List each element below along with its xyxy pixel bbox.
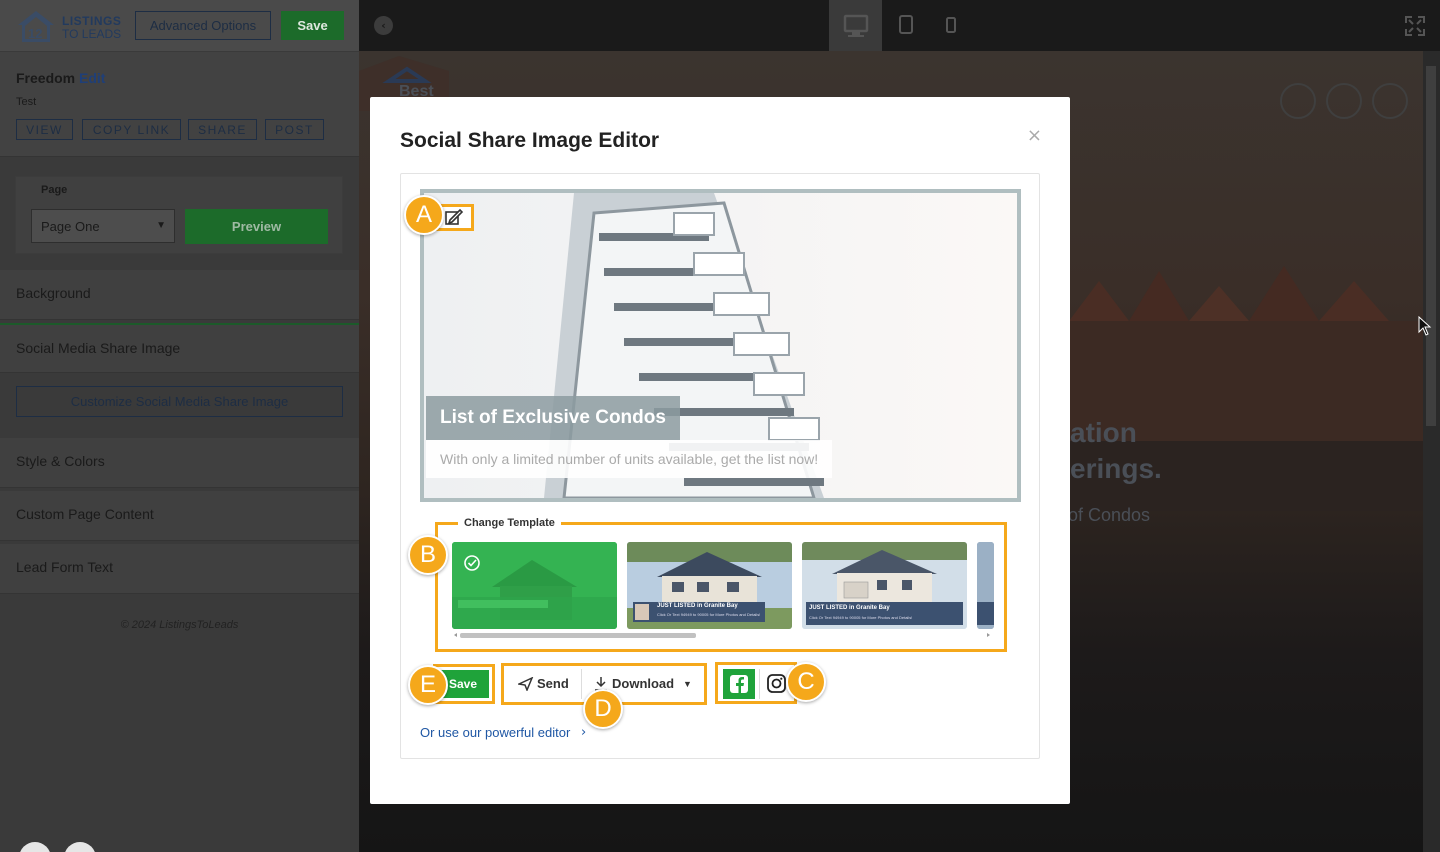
section-background[interactable]: Background [0, 270, 359, 320]
listings-to-leads-logo[interactable]: 12 LISTINGS TO LEADS [14, 8, 126, 44]
template-3-banner-sub: Click Or Text 94949 to 90005 for More Ph… [809, 615, 913, 620]
fullscreen-button[interactable] [1405, 16, 1425, 36]
preview-subheadline: of Condos [1068, 505, 1151, 525]
section-background-label: Background [16, 285, 91, 301]
preview-headline-1: ation [1070, 417, 1137, 448]
save-page-button[interactable]: Save [281, 11, 344, 40]
tablet-view-button[interactable] [895, 0, 917, 51]
scrollbar-thumb[interactable] [1426, 66, 1436, 426]
preview-scrollbar[interactable] [1423, 51, 1440, 852]
close-icon[interactable]: × [1027, 125, 1042, 146]
house-logo-icon: 12 [18, 11, 54, 42]
template-option-3[interactable]: JUST LISTED in Granite Bay Click Or Text… [802, 542, 967, 629]
customize-social-image-button[interactable]: Customize Social Media Share Image [16, 386, 343, 417]
share-image-subtitle: With only a limited number of units avai… [426, 440, 833, 478]
template-option-2[interactable]: JUST LISTED in Granite Bay Click Or Text… [627, 542, 792, 629]
page-name: Freedom [16, 70, 76, 86]
page-info-panel: Freedom Edit Test VIEW COPY LINK SHARE P… [0, 52, 359, 157]
change-template-panel: Change Template JUST LISTED in Granite B… [435, 517, 1007, 652]
page-subtitle: Test [16, 96, 37, 108]
template-4-house-image [977, 542, 994, 629]
facebook-share-button[interactable] [723, 669, 755, 699]
marker-e: E [408, 665, 448, 705]
mouse-cursor-icon [1418, 316, 1432, 336]
template-1-house-image [452, 542, 617, 629]
share-button[interactable]: SHARE [188, 119, 257, 140]
svg-text:12: 12 [28, 26, 42, 41]
powerful-editor-link[interactable]: Or use our powerful editor [420, 725, 570, 740]
desktop-view-button[interactable] [829, 0, 882, 51]
section-lead-form-label: Lead Form Text [16, 559, 114, 575]
chevron-down-icon: ▼ [156, 220, 166, 231]
chevron-right-icon: › [581, 725, 587, 740]
sidebar-header: 12 LISTINGS TO LEADS Advanced Options Sa… [0, 0, 359, 52]
collapse-sidebar-icon[interactable]: ‹ [374, 16, 393, 35]
preview-headline-2: erings. [1070, 453, 1162, 484]
marker-b: B [408, 535, 448, 575]
template-scrollbar[interactable] [452, 631, 992, 639]
editor-sidebar: 12 LISTINGS TO LEADS Advanced Options Sa… [0, 0, 359, 852]
preview-toolbar: ‹ [359, 0, 1440, 51]
modal-title: Social Share Image Editor [400, 129, 660, 152]
page-select-value: Page One [41, 219, 100, 234]
preview-button[interactable]: Preview [185, 209, 328, 244]
mobile-view-button[interactable] [942, 0, 960, 51]
template-option-1-selected[interactable] [452, 542, 617, 629]
marker-a: A [404, 195, 444, 235]
download-label: Download [612, 676, 675, 691]
section-social-media-share-image[interactable]: Social Media Share Image [0, 323, 359, 373]
facebook-icon [730, 675, 748, 693]
section-custom-page-content[interactable]: Custom Page Content [0, 491, 359, 541]
expand-icon [1405, 16, 1425, 36]
preview-x-icon [1326, 83, 1362, 119]
page-select[interactable]: Page One ▼ [31, 209, 175, 243]
view-button[interactable]: VIEW [16, 119, 73, 140]
chat-bubble[interactable] [64, 842, 96, 852]
send-button[interactable]: Send [518, 669, 580, 699]
copy-link-button[interactable]: COPY LINK [82, 119, 181, 140]
logo-text-line2: TO LEADS [62, 27, 122, 41]
template-2-banner-sub: Click Or Text 94949 to 90005 for More Ph… [657, 612, 761, 617]
tablet-icon [899, 15, 913, 34]
copyright-text: © 2024 ListingsToLeads [120, 619, 239, 631]
logo-text-line1: LISTINGS [62, 14, 122, 28]
desktop-icon [843, 14, 869, 37]
section-style-colors-label: Style & Colors [16, 453, 105, 469]
section-custom-content-label: Custom Page Content [16, 506, 154, 522]
share-image-preview: List of Exclusive Condos With only a lim… [420, 189, 1021, 502]
send-icon [518, 677, 534, 691]
marker-d: D [583, 689, 623, 729]
preview-linkedin-icon [1372, 83, 1408, 119]
advanced-options-button[interactable]: Advanced Options [135, 11, 271, 40]
edit-page-name-link[interactable]: Edit [79, 70, 105, 86]
mobile-icon [946, 17, 956, 33]
preview-facebook-icon [1280, 83, 1316, 119]
help-bubble[interactable] [19, 842, 51, 852]
share-image-title: List of Exclusive Condos [426, 396, 680, 440]
template-3-banner: JUST LISTED in Granite Bay [809, 605, 890, 611]
template-option-4-partial[interactable] [977, 542, 994, 629]
button-divider [581, 669, 582, 699]
page-label: Page [41, 184, 68, 196]
caret-down-icon: ▼ [683, 679, 692, 689]
section-social-media-label: Social Media Share Image [16, 340, 181, 356]
change-template-label: Change Template [458, 517, 561, 529]
send-label: Send [537, 676, 569, 691]
template-2-banner: JUST LISTED in Granite Bay [657, 603, 738, 609]
section-lead-form-text[interactable]: Lead Form Text [0, 544, 359, 594]
marker-c: C [786, 662, 826, 702]
section-style-colors[interactable]: Style & Colors [0, 438, 359, 488]
page-selector-panel: Page Page One ▼ Preview [15, 176, 343, 254]
social-share-group [715, 662, 797, 704]
post-button[interactable]: POST [265, 119, 324, 140]
page-title: Freedom Edit [16, 70, 105, 86]
